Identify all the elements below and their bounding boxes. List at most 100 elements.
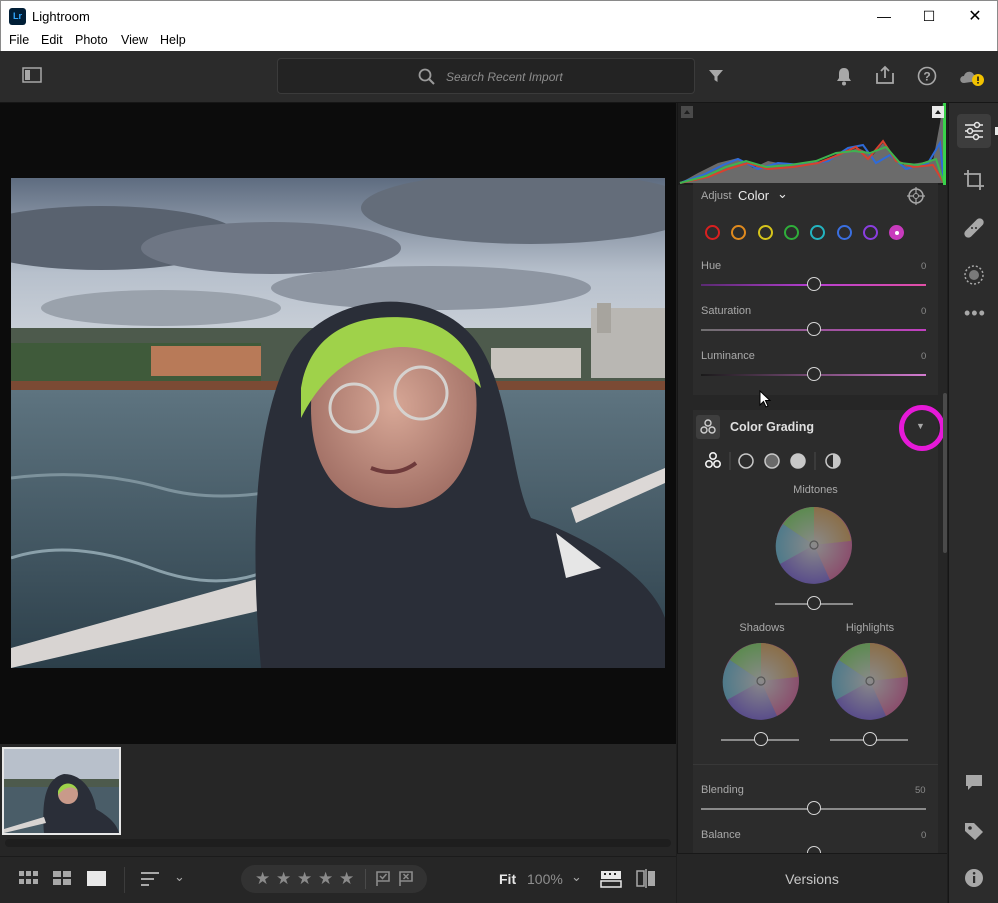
selected-indicator (894, 230, 899, 235)
color-swatch[interactable] (757, 225, 773, 240)
mouse-cursor-icon (759, 390, 772, 408)
shadows-label: Shadows (739, 622, 785, 634)
annotation-circle (899, 405, 945, 451)
midtones-label: Midtones (793, 484, 838, 496)
title-bar: Lr Lightroom — ☐ ✕ (0, 0, 998, 31)
hue-slider-handle[interactable] (807, 277, 821, 291)
before-after-icon[interactable] (636, 869, 656, 889)
maximize-icon[interactable]: ☐ (906, 1, 952, 32)
color-swatch[interactable] (836, 225, 852, 240)
filter-icon[interactable] (708, 69, 724, 83)
color-grading-title: Color Grading (730, 420, 815, 434)
color-mixer-section: Adjust Color ⌄ Hue 0 Saturation 0 Lumina… (693, 183, 938, 395)
menu-file[interactable]: File (9, 33, 29, 47)
shadow-clipping-icon[interactable] (681, 106, 693, 118)
lightroom-logo: Lr (9, 8, 26, 25)
midtones-color-wheel[interactable] (775, 506, 853, 584)
shadows-luminance-handle[interactable] (754, 732, 768, 746)
menu-photo[interactable]: Photo (75, 33, 108, 47)
color-swatch[interactable] (731, 225, 747, 240)
zoom-fit-button[interactable]: Fit (499, 871, 516, 887)
masking-icon[interactable] (963, 264, 985, 286)
flag-pick-icon[interactable] (375, 871, 391, 887)
grid-view-icon[interactable] (19, 871, 39, 887)
highlights-color-wheel[interactable] (831, 642, 909, 720)
saturation-slider-handle[interactable] (807, 322, 821, 336)
flag-reject-icon[interactable] (398, 871, 414, 887)
hue-label: Hue (701, 260, 722, 272)
menu-edit[interactable]: Edit (41, 33, 63, 47)
blending-slider-handle[interactable] (807, 801, 821, 815)
comment-icon[interactable] (964, 773, 984, 793)
filmstrip-thumbnail[interactable] (2, 747, 121, 835)
sliders-icon (965, 121, 983, 141)
search-input[interactable]: Search Recent Import (446, 70, 563, 84)
filmstrip (0, 744, 676, 856)
hue-value: 0 (921, 261, 927, 272)
minimize-icon[interactable]: — (861, 1, 907, 32)
zoom-100-button[interactable]: 100% (527, 871, 563, 887)
versions-button[interactable]: Versions (677, 871, 947, 887)
chevron-down-icon[interactable]: ⌄ (174, 869, 185, 885)
chevron-down-icon[interactable]: ⌄ (571, 869, 582, 885)
versions-bar: Versions (677, 853, 947, 903)
luminance-value: 0 (921, 351, 927, 362)
star-icon[interactable]: ★ (339, 869, 354, 889)
highlights-luminance-handle[interactable] (863, 732, 877, 746)
sort-icon[interactable] (141, 871, 161, 887)
svg-text:?: ? (923, 70, 930, 84)
help-icon[interactable]: ? (917, 66, 937, 86)
edit-panel: Adjust Color ⌄ Hue 0 Saturation 0 Lumina… (677, 103, 947, 860)
cloud-warning-icon[interactable] (958, 67, 986, 87)
color-swatch[interactable] (783, 225, 799, 240)
color-swatch[interactable] (889, 225, 905, 240)
divider (124, 867, 125, 893)
balance-value: 0 (921, 830, 927, 841)
star-icon[interactable]: ★ (255, 869, 270, 889)
crop-icon[interactable] (963, 169, 985, 191)
search-box[interactable]: Search Recent Import (277, 58, 695, 94)
adjust-mode-dropdown[interactable]: Color (738, 188, 769, 203)
detail-view-icon[interactable] (87, 871, 107, 887)
adjust-label: Adjust (701, 190, 732, 202)
info-icon[interactable] (964, 868, 984, 888)
star-icon[interactable]: ★ (276, 869, 291, 889)
color-swatch[interactable] (810, 225, 826, 240)
tag-icon[interactable] (964, 821, 984, 841)
main-photo[interactable] (11, 178, 665, 668)
balance-label: Balance (701, 829, 741, 841)
color-swatch[interactable] (705, 225, 720, 240)
filmstrip-toggle-icon[interactable] (600, 870, 622, 888)
share-icon[interactable] (875, 65, 895, 85)
healing-icon[interactable] (963, 217, 985, 239)
menu-view[interactable]: View (121, 33, 148, 47)
saturation-value: 0 (921, 306, 927, 317)
highlight-clipping-icon[interactable] (932, 106, 944, 118)
chevron-down-icon[interactable]: ⌄ (777, 186, 788, 202)
menu-bar: File Edit Photo View Help (0, 31, 998, 51)
search-icon (418, 68, 435, 85)
panel-scrollbar[interactable] (943, 393, 947, 553)
menu-help[interactable]: Help (160, 33, 186, 47)
luminance-slider-handle[interactable] (807, 367, 821, 381)
rating-flag-group: ★ ★ ★ ★ ★ (241, 865, 427, 893)
star-icon[interactable]: ★ (297, 869, 312, 889)
histogram (678, 103, 947, 185)
blending-value: 50 (915, 785, 926, 796)
filmstrip-scrollbar[interactable] (5, 839, 671, 847)
color-grading-section: Color Grading ▼ Midtones Shadows Highlig… (693, 405, 945, 860)
star-icon[interactable]: ★ (318, 869, 333, 889)
square-grid-icon[interactable] (53, 871, 73, 887)
more-icon[interactable]: ••• (964, 303, 986, 324)
shadows-color-wheel[interactable] (722, 642, 800, 720)
close-icon[interactable]: ✕ (952, 1, 998, 32)
edit-tool-active[interactable] (957, 114, 991, 148)
target-adjust-icon[interactable] (907, 187, 925, 205)
midtones-luminance-handle[interactable] (807, 596, 821, 610)
color-swatch[interactable] (862, 225, 878, 240)
bell-icon[interactable] (836, 67, 852, 86)
grading-mode-icons[interactable] (703, 450, 843, 472)
panel-toggle-icon[interactable] (22, 67, 42, 83)
highlights-label: Highlights (845, 622, 895, 634)
top-toolbar: Search Recent Import ? (0, 51, 998, 103)
